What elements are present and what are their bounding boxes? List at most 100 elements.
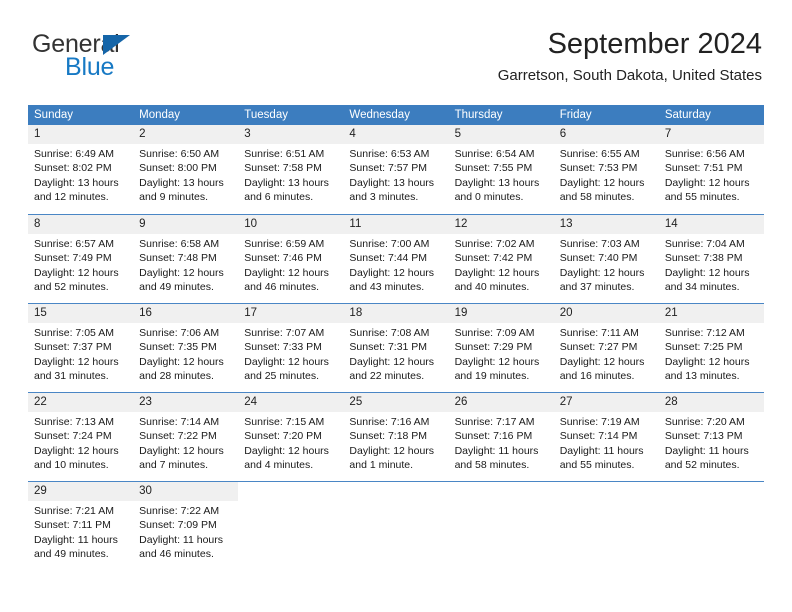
calendar-day-cell-28[interactable]: 28 Sunrise: 7:20 AM Sunset: 7:13 PM Dayligh… [658, 393, 764, 481]
day-details: Sunrise: 6:49 AM Sunset: 8:02 PM Daylight:… [28, 144, 133, 204]
calendar-day-cell-7[interactable]: 7 Sunrise: 6:56 AM Sunset: 7:51 PM Daylight… [658, 125, 764, 214]
sunrise-text: Sunrise: 7:16 AM [349, 416, 430, 428]
sunrise-text: Sunrise: 7:09 AM [454, 327, 535, 339]
day-details: Sunrise: 7:11 AM Sunset: 7:27 PM Daylight:… [554, 323, 659, 383]
calendar-day-cell-9[interactable]: 9 Sunrise: 6:58 AM Sunset: 7:48 PM Daylight… [133, 215, 239, 303]
daylight-text-line2: and 12 minutes. [34, 190, 109, 203]
sunset-text: Sunset: 7:29 PM [454, 341, 533, 354]
sunset-text: Sunset: 7:31 PM [349, 341, 428, 354]
sunset-text: Sunset: 7:51 PM [664, 162, 743, 175]
sunset-text: Sunset: 8:02 PM [34, 162, 112, 175]
calendar-day-cell-18[interactable]: 18 Sunrise: 7:08 AM Sunset: 7:31 PM Dayligh… [343, 304, 449, 392]
daylight-text-line2: and 13 minutes. [664, 369, 740, 382]
calendar-day-cell-20[interactable]: 20 Sunrise: 7:11 AM Sunset: 7:27 PM Dayligh… [553, 304, 659, 392]
weekday-header-wednesday: Wednesday [349, 109, 410, 121]
calendar-day-cell-13[interactable]: 13 Sunrise: 7:03 AM Sunset: 7:40 PM Dayligh… [553, 215, 659, 303]
calendar-day-cell-25[interactable]: 25 Sunrise: 7:16 AM Sunset: 7:18 PM Dayligh… [343, 393, 449, 481]
day-number: 21 [658, 304, 764, 323]
day-number: 7 [658, 125, 764, 144]
day-details: Sunrise: 6:57 AM Sunset: 7:49 PM Daylight:… [28, 234, 133, 294]
calendar-day-cell-1[interactable]: 1 Sunrise: 6:49 AM Sunset: 8:02 PM Daylight… [28, 125, 134, 214]
daylight-text-line1: Daylight: 11 hours [559, 444, 644, 457]
title-block: September 2024 Garretson, South Dakota, … [498, 26, 762, 87]
day-details: Sunrise: 7:08 AM Sunset: 7:31 PM Daylight:… [343, 323, 448, 383]
calendar-day-cell-21[interactable]: 21 Sunrise: 7:12 AM Sunset: 7:25 PM Dayligh… [658, 304, 764, 392]
sunrise-text: Sunrise: 6:50 AM [139, 148, 220, 160]
sunrise-text: Sunrise: 7:22 AM [139, 505, 220, 517]
day-number [554, 482, 659, 501]
calendar-day-cell-15[interactable]: 15 Sunrise: 7:05 AM Sunset: 7:37 PM Dayligh… [28, 304, 134, 392]
daylight-text-line1: Daylight: 12 hours [559, 176, 645, 189]
daylight-text-line1: Daylight: 13 hours [349, 176, 435, 189]
daylight-text-line2: and 10 minutes. [34, 458, 109, 471]
day-details: Sunrise: 7:02 AM Sunset: 7:42 PM Daylight:… [449, 234, 554, 294]
sunrise-text: Sunrise: 6:58 AM [139, 238, 220, 250]
daylight-text-line1: Daylight: 12 hours [34, 355, 119, 368]
calendar-week-row: 22 Sunrise: 7:13 AM Sunset: 7:24 PM Dayligh… [28, 392, 764, 481]
day-details: Sunrise: 7:17 AM Sunset: 7:16 PM Daylight:… [449, 412, 554, 472]
calendar-day-cell-23[interactable]: 23 Sunrise: 7:14 AM Sunset: 7:22 PM Dayligh… [133, 393, 239, 481]
day-details: Sunrise: 7:19 AM Sunset: 7:14 PM Daylight:… [554, 412, 659, 472]
calendar-day-cell-11[interactable]: 11 Sunrise: 7:00 AM Sunset: 7:44 PM Dayligh… [343, 215, 449, 303]
day-details: Sunrise: 6:50 AM Sunset: 8:00 PM Daylight:… [133, 144, 238, 204]
calendar-day-cell-4[interactable]: 4 Sunrise: 6:53 AM Sunset: 7:57 PM Daylight… [343, 125, 449, 214]
sunrise-text: Sunrise: 7:15 AM [244, 416, 325, 428]
calendar-day-cell-5[interactable]: 5 Sunrise: 6:54 AM Sunset: 7:55 PM Daylight… [448, 125, 554, 214]
daylight-text-line2: and 40 minutes. [454, 280, 530, 293]
day-details: Sunrise: 7:06 AM Sunset: 7:35 PM Daylight:… [133, 323, 238, 383]
sunrise-text: Sunrise: 7:00 AM [349, 238, 430, 250]
general-blue-logo[interactable]: General Blue [32, 32, 182, 84]
sunrise-text: Sunrise: 7:19 AM [559, 416, 640, 428]
sunset-text: Sunset: 7:44 PM [349, 252, 428, 265]
daylight-text-line1: Daylight: 13 hours [139, 176, 224, 189]
day-number: 24 [238, 393, 344, 412]
daylight-text-line1: Daylight: 12 hours [349, 355, 435, 368]
day-number: 20 [553, 304, 659, 323]
calendar-day-cell-19[interactable]: 19 Sunrise: 7:09 AM Sunset: 7:29 PM Dayligh… [448, 304, 554, 392]
day-number: 1 [28, 125, 134, 144]
sunrise-text: Sunrise: 7:12 AM [664, 327, 745, 339]
calendar-day-cell-6[interactable]: 6 Sunrise: 6:55 AM Sunset: 7:53 PM Daylight… [553, 125, 659, 214]
day-details: Sunrise: 6:51 AM Sunset: 7:58 PM Daylight:… [238, 144, 343, 204]
daylight-text-line1: Daylight: 12 hours [34, 266, 119, 279]
day-number [343, 482, 448, 501]
calendar-day-cell-3[interactable]: 3 Sunrise: 6:51 AM Sunset: 7:58 PM Daylight… [238, 125, 344, 214]
calendar-day-cell-14[interactable]: 14 Sunrise: 7:04 AM Sunset: 7:38 PM Dayligh… [658, 215, 764, 303]
calendar-day-cell-10[interactable]: 10 Sunrise: 6:59 AM Sunset: 7:46 PM Dayligh… [238, 215, 344, 303]
day-details: Sunrise: 7:16 AM Sunset: 7:18 PM Daylight:… [343, 412, 448, 472]
day-number: 3 [238, 125, 344, 144]
weekday-header-sunday: Sunday [34, 109, 74, 121]
daylight-text-line1: Daylight: 12 hours [664, 266, 750, 279]
daylight-text-line2: and 58 minutes. [559, 190, 635, 203]
day-number: 13 [553, 215, 659, 234]
day-details: Sunrise: 7:13 AM Sunset: 7:24 PM Daylight:… [28, 412, 133, 472]
daylight-text-line1: Daylight: 12 hours [244, 266, 329, 279]
calendar-day-cell-30[interactable]: 30 Sunrise: 7:22 AM Sunset: 7:09 PM Dayligh… [133, 482, 239, 570]
sunset-text: Sunset: 7:20 PM [244, 430, 322, 443]
day-details: Sunrise: 7:07 AM Sunset: 7:33 PM Daylight:… [238, 323, 343, 383]
calendar-day-cell-17[interactable]: 17 Sunrise: 7:07 AM Sunset: 7:33 PM Dayligh… [238, 304, 344, 392]
day-details: Sunrise: 7:03 AM Sunset: 7:40 PM Daylight:… [554, 234, 659, 294]
sunrise-text: Sunrise: 7:03 AM [559, 238, 640, 250]
sunrise-text: Sunrise: 6:57 AM [34, 238, 114, 250]
daylight-text-line2: and 25 minutes. [244, 369, 319, 382]
calendar-day-cell-29[interactable]: 29 Sunrise: 7:21 AM Sunset: 7:11 PM Dayligh… [28, 482, 134, 570]
calendar-day-cell-2[interactable]: 2 Sunrise: 6:50 AM Sunset: 8:00 PM Daylight… [133, 125, 239, 214]
sunrise-text: Sunrise: 6:51 AM [244, 148, 325, 160]
day-number: 17 [238, 304, 344, 323]
calendar-day-cell-24[interactable]: 24 Sunrise: 7:15 AM Sunset: 7:20 PM Dayligh… [238, 393, 344, 481]
sunset-text: Sunset: 7:37 PM [34, 341, 112, 354]
calendar-day-cell-8[interactable]: 8 Sunrise: 6:57 AM Sunset: 7:49 PM Daylight… [28, 215, 134, 303]
calendar-day-cell-22[interactable]: 22 Sunrise: 7:13 AM Sunset: 7:24 PM Dayligh… [28, 393, 134, 481]
calendar-day-cell-12[interactable]: 12 Sunrise: 7:02 AM Sunset: 7:42 PM Dayligh… [448, 215, 554, 303]
calendar-week-row: 1 Sunrise: 6:49 AM Sunset: 8:02 PM Daylight… [28, 125, 764, 214]
sunrise-text: Sunrise: 6:49 AM [34, 148, 114, 160]
daylight-text-line2: and 22 minutes. [349, 369, 425, 382]
calendar-day-cell-26[interactable]: 26 Sunrise: 7:17 AM Sunset: 7:16 PM Dayligh… [448, 393, 554, 481]
calendar-day-cell-27[interactable]: 27 Sunrise: 7:19 AM Sunset: 7:14 PM Dayligh… [553, 393, 659, 481]
weekday-header-friday: Friday [559, 109, 592, 121]
daylight-text-line2: and 28 minutes. [139, 369, 214, 382]
sunrise-text: Sunrise: 7:20 AM [664, 416, 745, 428]
calendar-day-cell-16[interactable]: 16 Sunrise: 7:06 AM Sunset: 7:35 PM Dayligh… [133, 304, 239, 392]
sunrise-text: Sunrise: 6:56 AM [664, 148, 745, 160]
